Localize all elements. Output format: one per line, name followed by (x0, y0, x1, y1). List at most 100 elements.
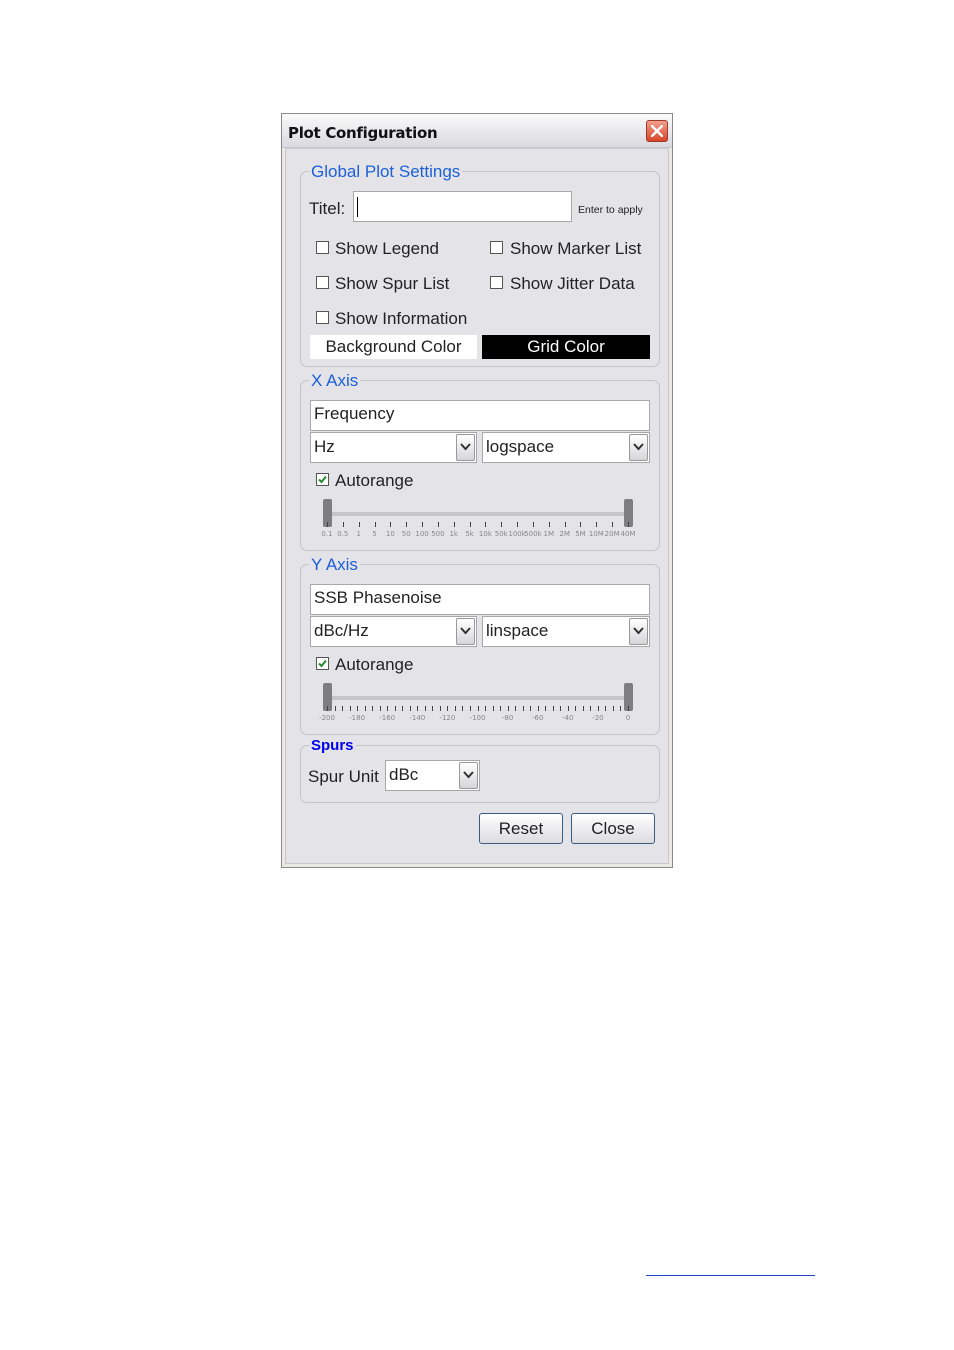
enter-to-apply-hint: Enter to apply (578, 204, 643, 216)
slider-tick (417, 706, 419, 711)
chevron-down-icon[interactable] (456, 434, 475, 461)
y-axis-label-input[interactable]: SSB Phasenoise (310, 584, 650, 615)
slider-tick (560, 706, 562, 711)
y-axis-legend: Y Axis (309, 555, 360, 575)
plot-configuration-dialog: Plot Configuration Global Plot Settings … (281, 113, 673, 868)
slider-tick (372, 706, 374, 711)
y-autorange-label[interactable]: Autorange (335, 655, 413, 675)
slider-tick-label: 10M (588, 530, 604, 538)
global-settings-legend: Global Plot Settings (309, 162, 463, 182)
slider-tick (492, 706, 494, 711)
chevron-down-icon[interactable] (459, 762, 478, 789)
slider-tick-label: 5k (465, 530, 474, 538)
slider-tick (409, 706, 411, 711)
slider-tick-label: 1k (449, 530, 458, 538)
slider-tick-label: 20M (604, 530, 620, 538)
slider-tick-label: -120 (439, 714, 456, 722)
slider-tick (439, 706, 441, 711)
slider-tick (545, 706, 547, 711)
x-axis-label-input[interactable]: Frequency (310, 400, 650, 431)
slider-tick-label: 40M (620, 530, 636, 538)
x-axis-legend: X Axis (309, 371, 361, 391)
slider-tick (605, 706, 607, 711)
title-bar[interactable]: Plot Configuration (282, 114, 672, 148)
y-axis-spacing-select[interactable]: linspace (482, 616, 650, 647)
slider-tick (390, 522, 392, 527)
background-color-button[interactable]: Background Color (310, 335, 477, 359)
y-range-slider[interactable]: -200 -180 -160 -140 -120 -100 -80 -60 -40 -20 0 (317, 681, 635, 729)
grid-color-button[interactable]: Grid Color (482, 335, 650, 359)
y-slider-track (323, 696, 625, 700)
slider-tick (358, 522, 360, 527)
x-autorange-label[interactable]: Autorange (335, 471, 413, 491)
slider-tick (596, 522, 598, 527)
show-legend-checkbox[interactable] (316, 241, 329, 254)
slider-tick (462, 706, 464, 711)
close-window-button[interactable] (646, 120, 668, 142)
slider-tick-label: -60 (531, 714, 544, 722)
slider-tick (628, 706, 629, 711)
slider-tick-label: 10 (385, 530, 395, 538)
slider-tick-label: -140 (409, 714, 426, 722)
slider-tick (477, 706, 479, 711)
slider-tick (515, 706, 517, 711)
slider-tick (437, 522, 439, 527)
slider-tick (564, 522, 566, 527)
footer-link-underline[interactable] (646, 1275, 815, 1276)
slider-tick-label: 1M (543, 530, 555, 538)
close-button[interactable]: Close (571, 813, 655, 844)
show-information-label[interactable]: Show Information (335, 309, 467, 329)
show-jitter-data-label[interactable]: Show Jitter Data (510, 274, 635, 294)
x-axis-spacing-select[interactable]: logspace (482, 432, 650, 463)
slider-tick (628, 522, 629, 527)
x-autorange-checkbox[interactable] (316, 473, 329, 486)
x-axis-unit-select[interactable]: Hz (310, 432, 477, 463)
y-axis-unit-select[interactable]: dBc/Hz (310, 616, 477, 647)
slider-tick (552, 706, 554, 711)
slider-tick (447, 706, 449, 711)
slider-tick (532, 522, 534, 527)
slider-tick (334, 706, 336, 711)
title-input[interactable] (353, 191, 572, 222)
slider-tick (379, 706, 381, 711)
spurs-legend: Spurs (309, 737, 356, 754)
slider-tick (387, 706, 389, 711)
show-spur-list-checkbox[interactable] (316, 276, 329, 289)
slider-tick (349, 706, 351, 711)
y-axis-group: Y Axis SSB Phasenoise dBc/Hz linspace Au… (300, 555, 660, 735)
chevron-down-icon[interactable] (456, 618, 475, 645)
chevron-down-icon[interactable] (629, 618, 648, 645)
spur-unit-select[interactable]: dBc (385, 760, 480, 791)
slider-tick-label: -20 (592, 714, 604, 722)
chevron-down-icon[interactable] (629, 434, 648, 461)
slider-tick (612, 522, 614, 527)
slider-tick (522, 706, 524, 711)
slider-tick (454, 706, 456, 711)
reset-button[interactable]: Reset (479, 813, 563, 844)
slider-tick (357, 706, 359, 711)
show-marker-list-checkbox[interactable] (490, 241, 503, 254)
slider-tick-label: -40 (562, 714, 574, 722)
spurs-group: Spurs Spur Unit dBc (300, 737, 660, 803)
slider-tick (580, 522, 582, 527)
checkmark-icon (318, 475, 327, 484)
show-marker-list-label[interactable]: Show Marker List (510, 239, 641, 259)
show-information-checkbox[interactable] (316, 311, 329, 324)
show-legend-label[interactable]: Show Legend (335, 239, 439, 259)
slider-tick-label: 5 (372, 530, 377, 538)
show-spur-list-label[interactable]: Show Spur List (335, 274, 449, 294)
slider-tick (485, 706, 487, 711)
slider-tick-label: -180 (349, 714, 366, 722)
slider-tick-label: -80 (501, 714, 514, 722)
slider-tick (394, 706, 396, 711)
show-jitter-data-checkbox[interactable] (490, 276, 503, 289)
slider-tick-label: -200 (319, 714, 335, 722)
y-autorange-checkbox[interactable] (316, 657, 329, 670)
slider-tick-label: 0.1 (321, 530, 333, 538)
slider-tick (501, 522, 503, 527)
slider-tick (374, 522, 376, 527)
slider-tick (485, 522, 487, 527)
slider-tick-label: 500k (524, 530, 542, 538)
global-settings-group: Global Plot Settings Titel: Enter to app… (300, 162, 660, 367)
x-range-slider[interactable]: 0.1 0.5 1 5 10 50 100 500 1k 5k 10k 50k 100k 500k 1M 2M… (317, 497, 635, 545)
